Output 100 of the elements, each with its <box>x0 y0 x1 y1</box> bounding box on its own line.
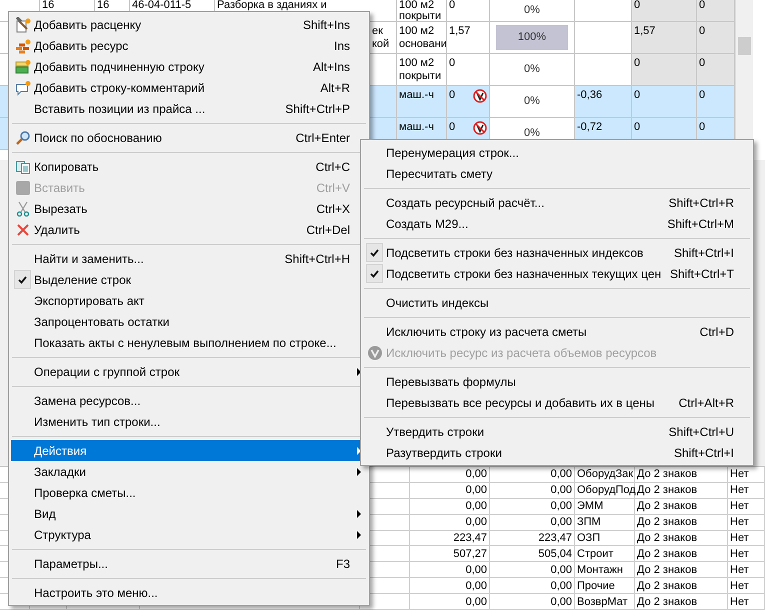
table-cell: 0,00 <box>466 483 487 498</box>
table-cell-text: -0,72 <box>576 120 604 134</box>
menu-item[interactable]: Добавить подчиненную строку Alt+Ins <box>11 56 367 77</box>
table-cell: 223,47 <box>538 531 572 545</box>
menu-item[interactable]: Перевызвать все ресурсы и добавить их в цены Ctrl+Alt+R <box>363 392 751 413</box>
table-cell-text: 0% <box>524 62 540 78</box>
table-cell-text: 16 <box>96 0 110 11</box>
paste-icon <box>14 180 30 196</box>
menu-item[interactable]: Исключить строку из расчета сметы Ctrl+D <box>363 321 751 342</box>
menu-item[interactable]: Подсветить строки без назначенных текущих цен Shift+Ctrl+T <box>363 263 751 284</box>
submenu-arrow-icon <box>356 368 360 376</box>
table-cell-text: 1,57 <box>633 24 656 38</box>
table-cell: Монтажн <box>577 562 623 577</box>
table-cell: Нет <box>730 562 749 577</box>
table-cell-text: 100% <box>518 30 546 46</box>
menu-item[interactable]: Настроить это меню... <box>11 582 367 603</box>
table-cell-text: 0 <box>448 56 456 70</box>
table-cell: Строит <box>577 546 614 561</box>
table-cell-text: 100 м2 покрыти <box>398 0 442 21</box>
table-cell: До 2 знаков <box>637 499 698 514</box>
menu-item[interactable]: Закладки <box>11 461 367 482</box>
table-cell: 0,00 <box>550 499 572 514</box>
table-cell: 0,00 <box>466 594 487 609</box>
table-cell: До 2 знаков <box>637 531 698 545</box>
menu-item[interactable]: Пересчитать смету <box>363 163 751 184</box>
table-rows-icon <box>14 58 30 74</box>
crossed-circle-icon <box>366 344 382 360</box>
table-cell: ВозврМат <box>577 594 628 609</box>
menu-item[interactable]: Перевызвать формулы <box>363 371 751 392</box>
table-cell: Нет <box>730 483 749 498</box>
crossed-circle-icon <box>473 89 487 103</box>
menu-item[interactable]: Добавить строку-комментарий Alt+R <box>11 77 367 98</box>
menu-item[interactable]: Добавить ресурс Ins <box>11 35 367 56</box>
table-cell: 0,00 <box>550 515 572 530</box>
menu-item[interactable]: Добавить расценку Shift+Ins <box>11 14 367 35</box>
submenu-arrow-icon <box>356 510 360 518</box>
table-cell-text: 0 <box>633 56 642 70</box>
menu-item[interactable]: Вставить позиции из прайса ... Shift+Ctrl+P <box>11 98 367 119</box>
table-cell: ЗПМ <box>577 515 601 530</box>
table-cell-text: 0 <box>633 120 642 134</box>
table-cell-text: ек кой <box>371 24 388 51</box>
menu-item[interactable]: Вид <box>11 503 367 524</box>
table-cell: 0,00 <box>466 515 487 530</box>
menu-item[interactable]: Проверка сметы... <box>11 482 367 503</box>
menu-item[interactable]: Создать ресурсный расчёт... Shift+Ctrl+R <box>363 192 751 213</box>
search-icon <box>14 130 30 146</box>
table-cell: Нет <box>730 499 749 514</box>
table-cell-text: 0 <box>633 0 642 11</box>
table-cell: 223,47 <box>453 531 487 545</box>
scissors-icon <box>14 200 30 216</box>
table-cell: До 2 знаков <box>637 578 698 593</box>
table-cell-text: 0 <box>698 88 706 102</box>
table-cell: 0,00 <box>550 562 572 577</box>
table-cell-text: 0 <box>698 0 706 11</box>
table-cell: До 2 знаков <box>637 562 698 577</box>
table-cell-text: 100 м2 основани <box>398 24 446 51</box>
table-cell-text: 0% <box>524 126 540 142</box>
table-cell-text: маш.-ч <box>398 120 435 134</box>
table-cell: 0,00 <box>550 578 572 593</box>
table-cell-text: 0 <box>448 120 456 134</box>
submenu-arrow-icon <box>356 468 360 476</box>
table-cell: Нет <box>730 546 749 561</box>
crossed-circle-icon <box>473 121 487 135</box>
menu-item[interactable]: Структура <box>11 524 367 545</box>
scrollbar-thumb[interactable] <box>738 37 751 55</box>
menu-item[interactable]: Утвердить строки Shift+Ctrl+U <box>363 421 751 442</box>
menu-item[interactable]: Создать М29... Shift+Ctrl+M <box>363 213 751 234</box>
menu-item[interactable]: Подсветить строки без назначенных индексов Shift+Ctrl+I <box>363 242 751 263</box>
table-cell-text: 100 м2 покрыти <box>398 56 442 83</box>
table-cell-text: 16 <box>41 0 56 11</box>
table-cell: Нет <box>730 531 749 545</box>
table-cell: 0,00 <box>466 578 487 593</box>
table-cell: ОборудЗак <box>577 467 634 482</box>
table-cell: Нет <box>730 515 749 530</box>
menu-item[interactable]: Параметры... F3 <box>11 553 367 574</box>
table-cell: ЭММ <box>577 499 604 514</box>
copy-icon <box>14 158 30 174</box>
table-cell-text: 0% <box>524 94 540 110</box>
table-cell: 0,00 <box>550 483 572 498</box>
table-cell-text: 0 <box>448 0 456 11</box>
table-cell-text: Разборка в зданиях и <box>216 0 328 11</box>
table-cell-text: 1,57 <box>448 24 472 38</box>
table-cell-text: маш.-ч <box>398 88 435 102</box>
speech-bubble-icon <box>14 80 30 96</box>
table-cell: 0,00 <box>466 499 487 514</box>
table-cell: 0,00 <box>550 467 572 482</box>
table-cell: До 2 знаков <box>637 467 698 482</box>
check-icon <box>370 270 379 278</box>
table-cell: До 2 знаков <box>637 515 698 530</box>
table-cell: 0,00 <box>550 594 572 609</box>
table-cell-text: 46-04-011-5 <box>131 0 192 11</box>
table-cell: 505,04 <box>538 546 572 561</box>
table-cell-text: 0 <box>698 24 706 38</box>
table-cell-text: 0 <box>698 120 706 134</box>
submenu-arrow-icon <box>356 530 360 538</box>
bricks-icon <box>14 38 30 54</box>
menu-item[interactable]: Очистить индексы <box>363 292 751 313</box>
table-cell: ОборудПод <box>577 483 636 498</box>
table-cell: 0,00 <box>466 467 487 482</box>
table-cell: Нет <box>730 578 749 593</box>
